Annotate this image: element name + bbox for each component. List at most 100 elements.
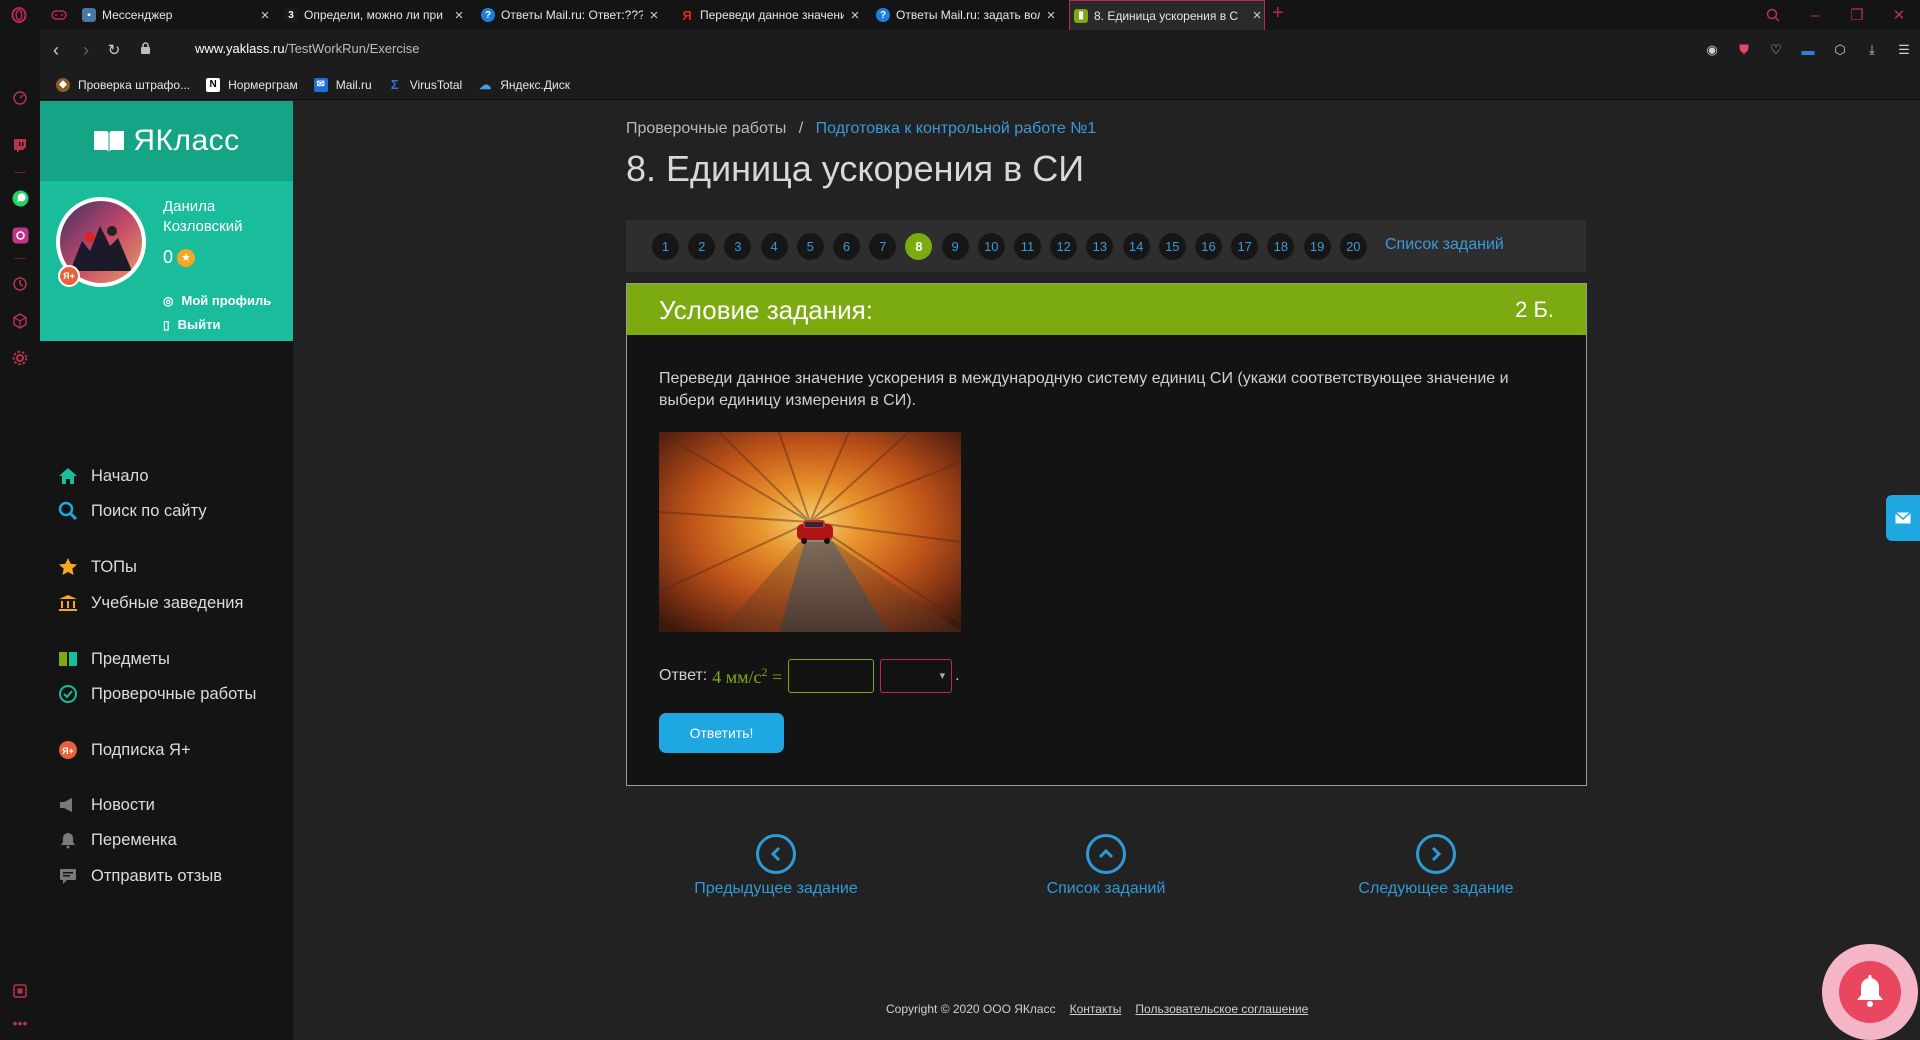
heart-icon[interactable]: ♡ xyxy=(1760,38,1792,62)
task-list-link[interactable]: Список заданий xyxy=(1385,236,1504,254)
restore-icon[interactable]: ❐ xyxy=(1836,0,1878,30)
gamepad-icon[interactable] xyxy=(48,7,70,23)
question-number-13[interactable]: 13 xyxy=(1086,233,1114,260)
tab-yandex-search[interactable]: Я Переведи данное значени × xyxy=(680,0,862,30)
camera-icon[interactable]: ◉ xyxy=(1696,38,1728,62)
menu-item-home[interactable]: Начало xyxy=(57,463,149,489)
minimize-icon[interactable]: – xyxy=(1794,0,1836,30)
question-number-18[interactable]: 18 xyxy=(1267,233,1295,260)
next-task-link[interactable]: Следующее задание xyxy=(1316,834,1556,904)
back-icon[interactable]: ‹ xyxy=(44,38,68,62)
logo[interactable]: ЯКласс xyxy=(40,101,293,181)
menu-item-institutions[interactable]: Учебные заведения xyxy=(57,590,243,616)
question-number-17[interactable]: 17 xyxy=(1231,233,1259,260)
history-icon[interactable] xyxy=(10,274,30,294)
bookmark-yandex-disk[interactable]: ☁ Яндекс.Диск xyxy=(478,78,570,92)
tab-question[interactable]: 3 Определи, можно ли при × xyxy=(284,0,466,30)
cube-icon[interactable]: ⬡ xyxy=(1824,38,1856,62)
close-icon[interactable]: × xyxy=(848,7,862,24)
reload-icon[interactable]: ↻ xyxy=(102,38,126,62)
new-tab-button[interactable]: + xyxy=(1272,2,1284,25)
search-tabs-icon[interactable] xyxy=(1752,0,1794,30)
tab-yaklass-active[interactable]: ▮ 8. Единица ускорения в С × xyxy=(1069,0,1265,30)
url-field[interactable]: www.yaklass.ru/TestWorkRun/Exercise xyxy=(195,41,419,56)
question-number-9[interactable]: 9 xyxy=(941,233,969,260)
breadcrumb-root[interactable]: Проверочные работы xyxy=(626,120,786,137)
extensions-cube-icon[interactable] xyxy=(10,311,30,331)
close-icon[interactable]: × xyxy=(258,7,272,24)
menu-item-tops[interactable]: ТОПы xyxy=(57,554,137,580)
settings-gear-icon[interactable] xyxy=(10,348,30,368)
easy-setup-icon[interactable]: ☰ xyxy=(1888,38,1920,62)
whatsapp-icon[interactable] xyxy=(10,188,30,208)
question-number-16[interactable]: 16 xyxy=(1195,233,1222,260)
question-number-4[interactable]: 4 xyxy=(760,233,788,260)
prev-task-link[interactable]: Предыдущее задание xyxy=(656,834,896,904)
question-number-11[interactable]: 11 xyxy=(1014,233,1041,260)
page-title: 8. Единица ускорения в СИ xyxy=(626,148,1085,189)
forward-icon[interactable]: › xyxy=(74,38,98,62)
question-number-2[interactable]: 2 xyxy=(688,233,716,260)
menu-item-tests[interactable]: Проверочные работы xyxy=(57,681,256,707)
virustotal-icon: Σ xyxy=(390,77,399,92)
close-icon[interactable]: × xyxy=(1044,7,1058,24)
question-number-14[interactable]: 14 xyxy=(1122,233,1150,260)
menu-item-subscription[interactable]: Я+ Подписка Я+ xyxy=(57,737,191,763)
emblem-icon: ◆ xyxy=(56,77,70,92)
question-number-3[interactable]: 3 xyxy=(724,233,752,260)
instagram-icon[interactable] xyxy=(10,225,30,245)
vk-icon: ▪ xyxy=(82,8,96,22)
menu-item-search[interactable]: Поиск по сайту xyxy=(57,498,207,524)
chevron-left-icon xyxy=(756,834,796,874)
logout-link[interactable]: ▯ Выйти xyxy=(163,317,220,332)
close-icon[interactable]: × xyxy=(647,7,661,24)
speed-dial-icon[interactable] xyxy=(10,88,30,108)
feedback-mail-button[interactable] xyxy=(1886,495,1920,541)
chevron-down-icon: ▾ xyxy=(939,670,946,682)
download-icon[interactable]: ⤓ xyxy=(1856,38,1888,62)
bookmark-virustotal[interactable]: Σ VirusTotal xyxy=(388,77,462,92)
question-number-10[interactable]: 10 xyxy=(977,233,1005,260)
close-window-icon[interactable]: ✕ xyxy=(1878,0,1920,30)
more-icon[interactable]: ••• xyxy=(10,1013,30,1033)
check-icon xyxy=(57,683,79,705)
bookmark-normergram[interactable]: N Нормергрaм xyxy=(206,77,298,92)
opera-logo-icon[interactable] xyxy=(8,6,30,24)
menu-item-news[interactable]: Новости xyxy=(57,792,155,818)
answer-input[interactable] xyxy=(788,659,875,693)
tab-messenger[interactable]: ▪ Мессенджер × xyxy=(82,0,272,30)
breadcrumb-current[interactable]: Подготовка к контрольной работе №1 xyxy=(816,120,1097,137)
submit-button[interactable]: Ответить! xyxy=(659,713,784,753)
task-list-bottom-link[interactable]: Список заданий xyxy=(986,834,1226,904)
bookmark-fines[interactable]: ◆ Проверка штрафо... xyxy=(56,77,190,92)
agreement-link[interactable]: Пользовательское соглашение xyxy=(1135,1002,1308,1016)
menu-item-subjects[interactable]: Предметы xyxy=(57,646,170,672)
question-number-1[interactable]: 1 xyxy=(652,233,679,260)
contacts-link[interactable]: Контакты xyxy=(1070,1002,1122,1016)
tab-mailru-ask[interactable]: ? Ответы Mail.ru: задать вол × xyxy=(876,0,1058,30)
close-icon[interactable]: × xyxy=(1250,7,1264,24)
player-icon[interactable] xyxy=(10,981,30,1001)
question-number-7[interactable]: 7 xyxy=(869,233,897,260)
question-number-6[interactable]: 6 xyxy=(833,233,860,260)
logo-book-icon xyxy=(94,131,125,152)
question-number-19[interactable]: 19 xyxy=(1303,233,1331,260)
question-number-5[interactable]: 5 xyxy=(796,233,824,260)
flow-icon[interactable]: ▬ xyxy=(1792,38,1824,62)
adblock-shield-icon[interactable]: ⛊ xyxy=(1728,38,1760,62)
tab-mailru-answer[interactable]: ? Ответы Mail.ru: Ответ:??? × xyxy=(481,0,661,30)
menu-item-break[interactable]: Переменка xyxy=(57,827,177,853)
question-number-12[interactable]: 12 xyxy=(1050,233,1078,260)
profile-link[interactable]: ◎ Мой профиль xyxy=(163,293,271,308)
star-icon xyxy=(57,556,79,578)
question-number-8[interactable]: 8 xyxy=(905,233,933,260)
twitch-icon[interactable] xyxy=(10,135,30,155)
unit-select[interactable]: ▾ xyxy=(880,659,953,693)
menu-item-feedback[interactable]: Отправить отзыв xyxy=(57,863,222,889)
notifications-button[interactable] xyxy=(1822,944,1918,1040)
answer-trailing: . xyxy=(955,667,960,684)
bookmark-mailru[interactable]: ✉ Mail.ru xyxy=(313,77,372,92)
close-icon[interactable]: × xyxy=(452,7,466,24)
question-number-15[interactable]: 15 xyxy=(1158,233,1186,260)
question-number-20[interactable]: 20 xyxy=(1339,233,1367,260)
